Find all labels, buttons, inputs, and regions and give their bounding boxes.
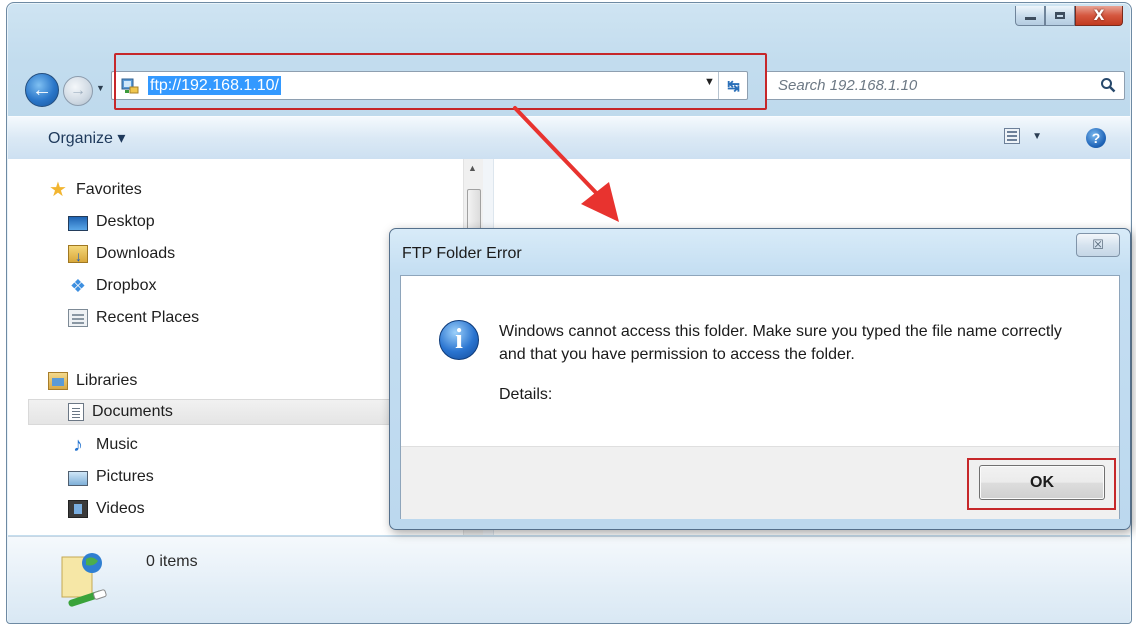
dialog-details-label: Details: [499, 386, 553, 403]
help-icon[interactable]: ? [1086, 128, 1106, 148]
items-count: 0 items [146, 553, 198, 570]
sidebar-item-label: Documents [92, 403, 173, 420]
sidebar-libraries[interactable]: Libraries [48, 368, 137, 394]
sidebar-item-label: Desktop [96, 213, 155, 230]
pointer-arrow [513, 106, 619, 222]
chevron-down-icon: ▼ [1032, 130, 1042, 142]
address-highlight-box [114, 53, 767, 110]
music-icon: ♪ [73, 434, 83, 456]
view-options-icon [1004, 128, 1021, 144]
close-icon: X [1093, 7, 1105, 24]
libraries-icon [48, 372, 68, 390]
recent-places-icon [68, 309, 88, 327]
ok-highlight-box [967, 458, 1116, 510]
sidebar-item-pictures[interactable]: Pictures [68, 464, 154, 490]
window-controls: X [1015, 6, 1123, 28]
close-button[interactable]: X [1075, 6, 1123, 26]
pictures-icon [68, 470, 88, 486]
info-icon: i [439, 320, 479, 360]
sidebar-item-documents[interactable]: Documents [28, 399, 438, 425]
minimize-icon [1024, 17, 1036, 20]
details-pane: 0 items [8, 536, 1130, 623]
sidebar-item-label: Pictures [96, 468, 154, 485]
videos-icon [68, 500, 88, 518]
back-arrow-icon: ← [32, 78, 52, 101]
sidebar-item-label: Dropbox [96, 277, 157, 294]
recent-pages-dropdown[interactable]: ▼ [96, 83, 105, 93]
maximize-button[interactable] [1045, 6, 1075, 26]
forward-button[interactable]: → [63, 76, 93, 106]
dialog-title: FTP Folder Error [402, 245, 522, 262]
downloads-icon [68, 243, 88, 269]
organize-menu-button[interactable]: Organize ▾ [48, 128, 125, 148]
sidebar-favorites[interactable]: ★ Favorites [48, 177, 142, 203]
sidebar-item-recent-places[interactable]: Recent Places [68, 305, 199, 331]
sidebar-item-downloads[interactable]: Downloads [68, 241, 176, 269]
change-view-button[interactable]: ▼ [1004, 128, 1042, 144]
documents-icon [68, 403, 84, 421]
minimize-button[interactable] [1015, 6, 1045, 26]
maximize-icon [1055, 12, 1065, 19]
dialog-close-button[interactable]: ☒ [1076, 233, 1120, 257]
sidebar-item-dropbox[interactable]: ❖ Dropbox [68, 273, 157, 299]
dropbox-icon: ❖ [69, 276, 87, 296]
sidebar-item-label: Libraries [76, 372, 138, 389]
ftp-folder-icon [61, 553, 107, 607]
forward-arrow-icon: → [70, 82, 86, 99]
sidebar-item-desktop[interactable]: Desktop [68, 209, 155, 235]
scroll-up-icon[interactable]: ▲ [468, 163, 477, 173]
sidebar-item-label: Videos [96, 500, 145, 517]
desktop-icon [68, 215, 88, 231]
sidebar-item-music[interactable]: ♪ Music [68, 432, 138, 458]
back-button[interactable]: ← [25, 73, 59, 107]
dialog-message: Windows cannot access this folder. Make … [499, 323, 1062, 363]
search-box[interactable]: Search 192.168.1.10 [765, 71, 1125, 100]
star-icon: ★ [49, 179, 67, 201]
sidebar-item-label: Downloads [96, 245, 176, 262]
sidebar-item-label: Favorites [76, 181, 142, 198]
sidebar-item-label: Recent Places [96, 309, 200, 326]
search-icon[interactable] [1100, 77, 1116, 93]
search-placeholder[interactable]: Search 192.168.1.10 [778, 77, 917, 94]
close-icon: ☒ [1092, 237, 1104, 253]
sidebar-item-label: Music [96, 436, 138, 453]
sidebar-item-videos[interactable]: Videos [68, 496, 145, 522]
